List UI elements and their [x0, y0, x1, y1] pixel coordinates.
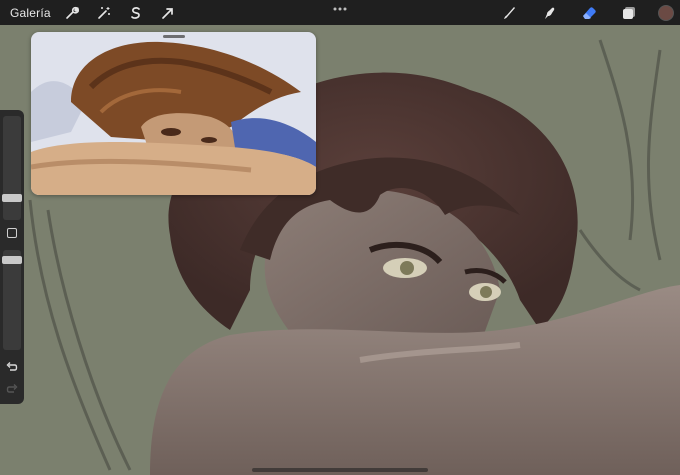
- top-toolbar: Galería: [0, 0, 680, 25]
- home-indicator: [252, 468, 428, 472]
- modify-button[interactable]: [7, 228, 17, 238]
- smudge-icon[interactable]: [538, 2, 560, 24]
- redo-icon[interactable]: [5, 382, 19, 396]
- reference-image: [31, 32, 316, 195]
- selection-s-icon[interactable]: [125, 2, 147, 24]
- reference-window[interactable]: [31, 32, 316, 195]
- right-toolset: [498, 0, 680, 25]
- more-options-ellipsis-icon[interactable]: [330, 2, 350, 16]
- current-color-swatch[interactable]: [658, 4, 674, 21]
- brush-size-slider[interactable]: [2, 116, 22, 220]
- left-sidebar: [0, 110, 24, 404]
- transform-arrow-icon[interactable]: [157, 2, 179, 24]
- wrench-icon[interactable]: [61, 2, 83, 24]
- undo-icon[interactable]: [5, 360, 19, 374]
- gallery-button[interactable]: Galería: [10, 6, 51, 20]
- brush-icon[interactable]: [498, 2, 520, 24]
- magic-wand-icon[interactable]: [93, 2, 115, 24]
- reference-drag-handle[interactable]: [163, 35, 185, 38]
- layers-icon[interactable]: [618, 2, 640, 24]
- opacity-thumb[interactable]: [2, 256, 22, 264]
- eraser-icon[interactable]: [578, 2, 600, 24]
- brush-size-thumb[interactable]: [2, 194, 22, 202]
- opacity-slider[interactable]: [2, 250, 22, 350]
